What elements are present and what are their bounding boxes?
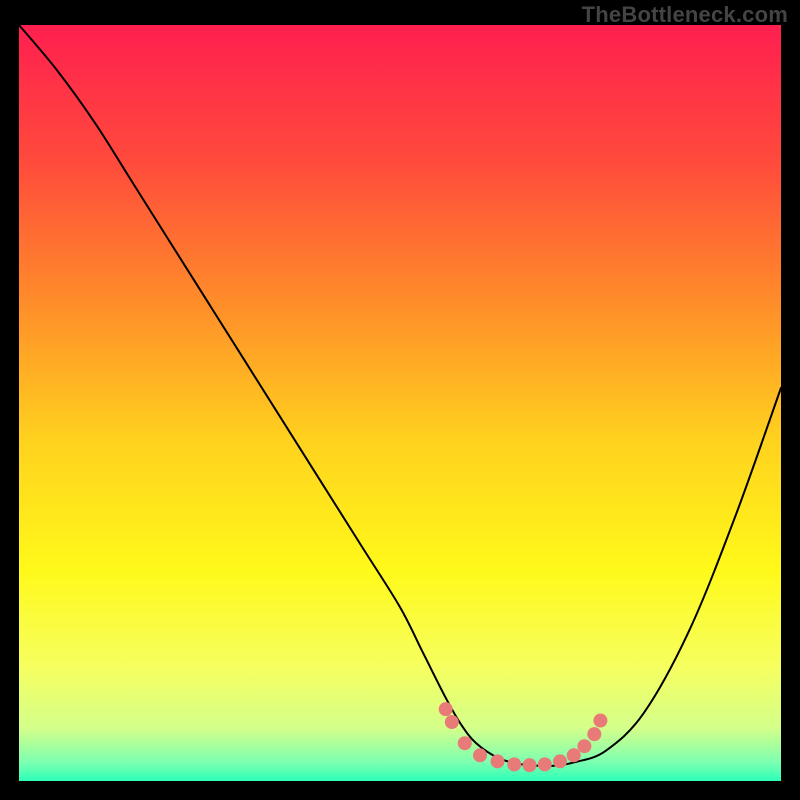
bead-marker — [593, 714, 607, 728]
bead-marker — [523, 758, 537, 772]
bead-marker — [439, 702, 453, 716]
curve-path — [19, 25, 781, 766]
chart-frame: TheBottleneck.com — [0, 0, 800, 800]
bead-marker — [538, 757, 552, 771]
bead-marker — [491, 754, 505, 768]
bead-marker — [577, 739, 591, 753]
bead-marker — [458, 736, 472, 750]
bead-marker — [445, 715, 459, 729]
bead-marker — [553, 754, 567, 768]
bead-marker — [507, 757, 521, 771]
plot-area — [19, 25, 781, 781]
bead-marker — [567, 748, 581, 762]
bead-marker — [587, 727, 601, 741]
bead-marker — [473, 748, 487, 762]
bottleneck-curve — [19, 25, 781, 781]
